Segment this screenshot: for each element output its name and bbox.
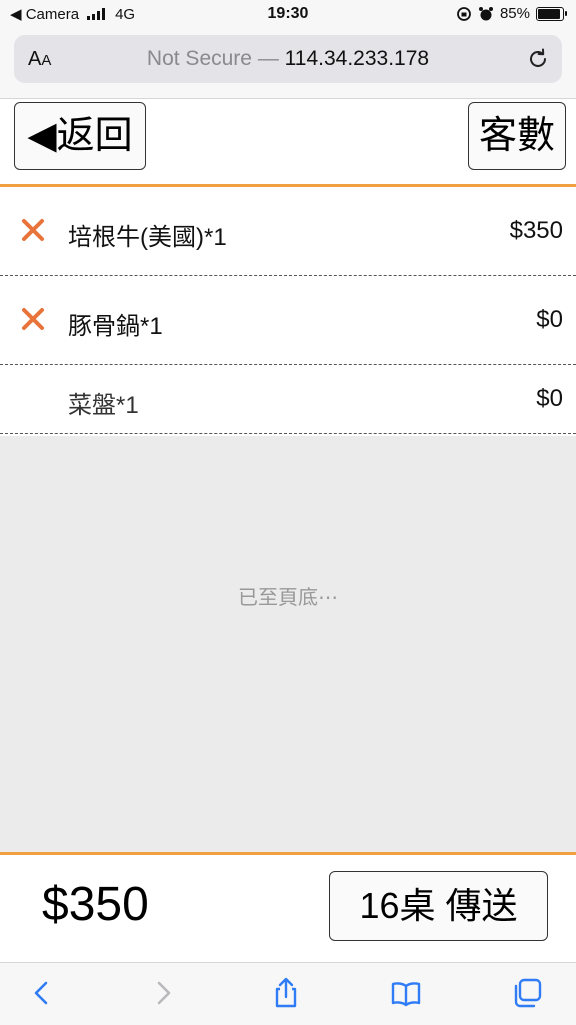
security-label: Not Secure xyxy=(146,47,252,70)
end-of-page-message: 已至頁底⋯ xyxy=(238,587,338,609)
url-separator: — xyxy=(251,47,285,70)
battery-percent: 85% xyxy=(499,5,530,22)
battery-icon xyxy=(536,6,567,21)
send-order-button[interactable]: 16桌 傳送 xyxy=(329,871,548,941)
order-footer: $350 16桌 傳送 xyxy=(0,852,576,965)
url-host: 114.34.233.178 xyxy=(284,47,430,70)
browser-toolbar xyxy=(0,962,576,1025)
alarm-icon xyxy=(478,6,493,20)
reload-icon[interactable] xyxy=(526,47,550,71)
app-header: ◀返回 客數 xyxy=(0,99,576,187)
order-list: 培根牛(美國)*1 $350 豚骨鍋*1 $0 菜盤*1 $0 xyxy=(0,187,576,434)
book-icon[interactable] xyxy=(390,977,422,1009)
item-name: 豚骨鍋*1 xyxy=(68,313,163,340)
share-icon[interactable] xyxy=(270,977,302,1009)
remove-item-icon[interactable] xyxy=(20,217,46,243)
orientation-lock-icon xyxy=(457,6,471,21)
order-item-row: 菜盤*1 $0 xyxy=(0,365,576,434)
status-bar: ◀ Camera 4G 19:30 85% xyxy=(0,0,576,30)
item-name: 培根牛(美國)*1 xyxy=(68,224,227,251)
remove-item-icon[interactable] xyxy=(20,306,46,332)
item-price: $0 xyxy=(536,306,563,333)
url-display[interactable]: Not Secure — 114.34.233.178 xyxy=(14,47,562,71)
browser-address-area: AA Not Secure — 114.34.233.178 xyxy=(0,30,576,99)
item-price: $350 xyxy=(509,217,563,244)
order-item-row: 豚骨鍋*1 $0 xyxy=(0,276,576,365)
guest-count-button[interactable]: 客數 xyxy=(468,102,566,170)
item-price: $0 xyxy=(536,385,563,412)
back-button[interactable]: ◀返回 xyxy=(14,102,146,170)
item-name: 菜盤*1 xyxy=(68,392,139,419)
chevron-left-icon[interactable] xyxy=(26,977,58,1009)
order-item-row: 培根牛(美國)*1 $350 xyxy=(0,187,576,276)
address-bar[interactable]: AA Not Secure — 114.34.233.178 xyxy=(14,35,562,83)
order-total: $350 xyxy=(42,878,149,931)
tabs-icon[interactable] xyxy=(511,977,543,1009)
chevron-right-icon[interactable] xyxy=(147,977,179,1009)
status-right: 85% xyxy=(456,5,567,22)
list-end-area: 已至頁底⋯ xyxy=(0,436,576,852)
